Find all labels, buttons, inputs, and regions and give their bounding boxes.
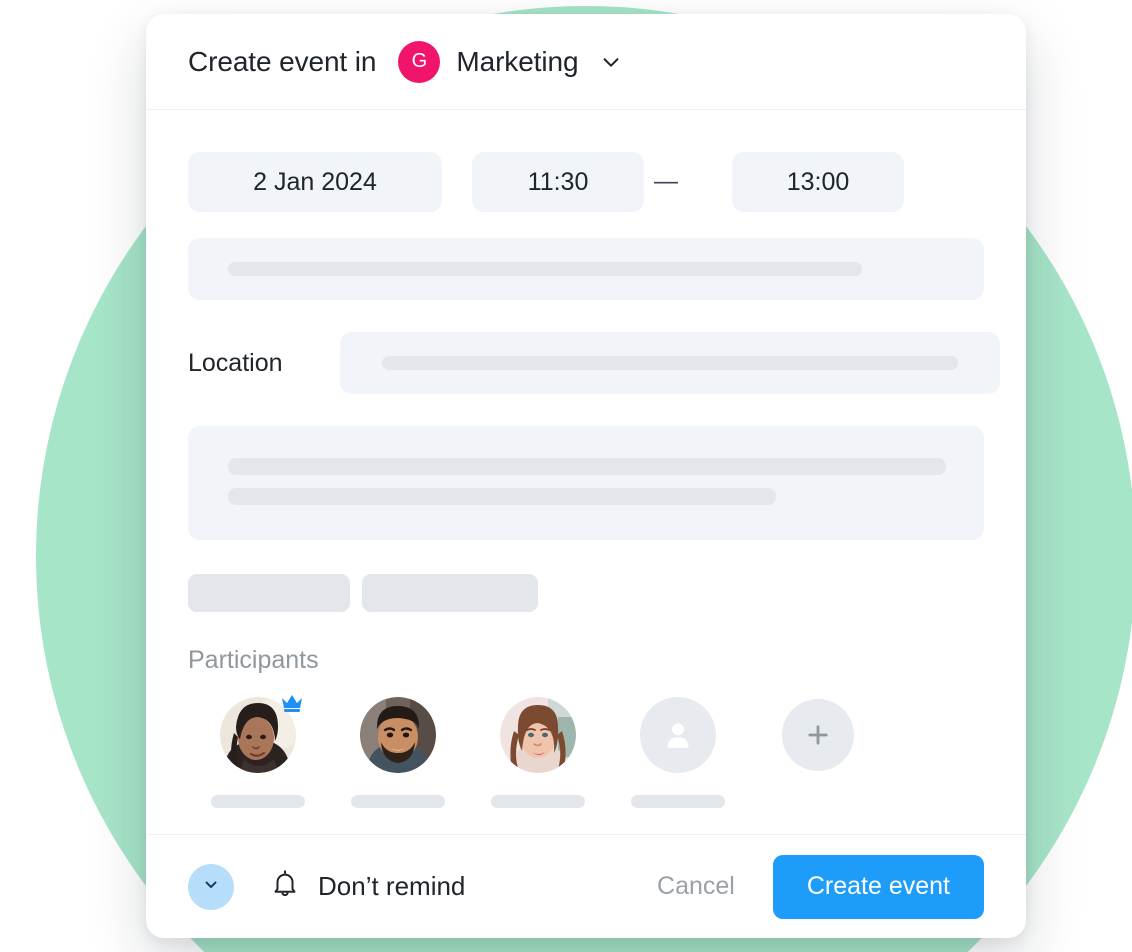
reminder-selector[interactable]: Don’t remind bbox=[270, 869, 465, 904]
start-time-field[interactable]: 11:30 bbox=[472, 152, 644, 212]
participant-name-skeleton bbox=[491, 795, 585, 808]
calendar-selector[interactable]: G Marketing bbox=[398, 40, 622, 83]
participant-avatar-3[interactable] bbox=[468, 697, 608, 808]
participant-name-skeleton bbox=[211, 795, 305, 808]
placeholder-person-icon bbox=[640, 697, 716, 773]
calendar-name: Marketing bbox=[456, 45, 579, 77]
dialog-footer: Don’t remind Cancel Create event bbox=[146, 834, 1026, 938]
create-event-button[interactable]: Create event bbox=[772, 854, 984, 919]
cancel-button[interactable]: Cancel bbox=[643, 862, 749, 911]
avatar bbox=[220, 695, 302, 773]
participant-name-skeleton bbox=[631, 795, 725, 808]
event-title-input[interactable] bbox=[188, 238, 984, 300]
dialog-body: 2 Jan 2024 11:30 — 13:00 Location Partic… bbox=[146, 110, 1026, 834]
man-beard-photo bbox=[360, 697, 436, 773]
participant-avatar-2[interactable] bbox=[328, 697, 468, 808]
location-input[interactable] bbox=[340, 332, 1000, 394]
chevron-down-icon bbox=[600, 51, 622, 73]
calendar-avatar: G bbox=[398, 40, 441, 83]
plus-icon bbox=[782, 699, 854, 771]
chip-skeleton[interactable] bbox=[362, 574, 538, 612]
description-skeleton-line bbox=[228, 488, 776, 505]
avatar bbox=[500, 697, 576, 773]
attachment-chip-row bbox=[188, 574, 984, 612]
add-participant-button[interactable] bbox=[748, 697, 888, 808]
woman-auburn-hair-photo bbox=[500, 697, 576, 773]
location-row: Location bbox=[188, 332, 1000, 394]
bell-icon bbox=[270, 869, 300, 904]
description-input[interactable] bbox=[188, 426, 984, 540]
crown-icon bbox=[280, 693, 304, 713]
reminder-label: Don’t remind bbox=[318, 871, 466, 901]
description-skeleton-line bbox=[228, 458, 946, 475]
participants-label: Participants bbox=[188, 646, 319, 674]
participants-row bbox=[188, 695, 984, 808]
participant-avatar-1[interactable] bbox=[188, 695, 328, 808]
page-title: Create event in bbox=[188, 45, 377, 77]
end-time-field[interactable]: 13:00 bbox=[732, 152, 904, 212]
location-skeleton-bar bbox=[382, 356, 958, 370]
datetime-row: 2 Jan 2024 11:30 — 13:00 bbox=[188, 152, 984, 212]
reminder-expand-button[interactable] bbox=[188, 863, 234, 910]
dialog-header: Create event in G Marketing bbox=[146, 14, 1026, 110]
chip-skeleton[interactable] bbox=[188, 574, 350, 612]
create-event-dialog: Create event in G Marketing 2 Jan 2024 1… bbox=[146, 14, 1026, 938]
chevron-down-icon bbox=[202, 875, 220, 898]
location-label: Location bbox=[188, 348, 283, 377]
time-separator: — bbox=[654, 168, 678, 195]
avatar bbox=[360, 697, 436, 773]
participant-avatar-4[interactable] bbox=[608, 697, 748, 808]
participant-name-skeleton bbox=[351, 795, 445, 808]
title-skeleton-bar bbox=[228, 262, 862, 276]
date-field[interactable]: 2 Jan 2024 bbox=[188, 152, 442, 212]
